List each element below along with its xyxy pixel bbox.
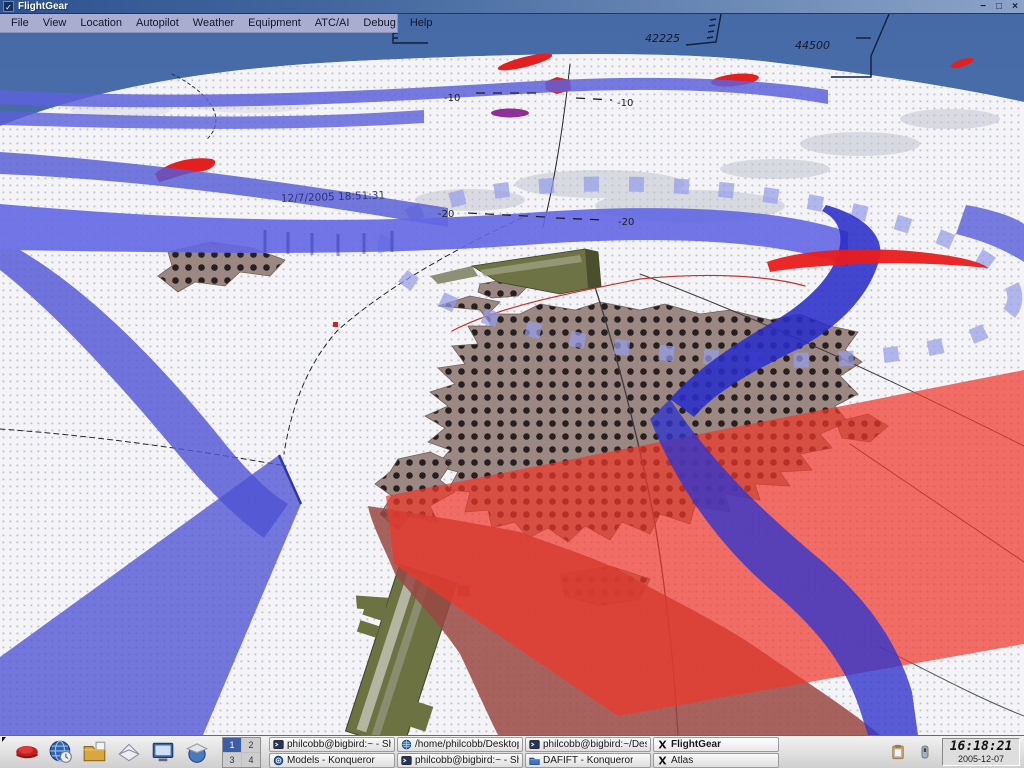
menu-item-equipment[interactable]: Equipment bbox=[241, 17, 308, 29]
x11-icon bbox=[657, 755, 668, 766]
desktop-pager: 1234 bbox=[222, 737, 261, 768]
altitude-label-left: 42225 bbox=[645, 32, 680, 45]
home-folder-icon[interactable] bbox=[82, 739, 108, 765]
terminal-icon bbox=[529, 739, 540, 750]
taskbar-task-flightgear[interactable]: FlightGear bbox=[653, 737, 779, 752]
globe-icon bbox=[401, 739, 412, 750]
contour-minus10-right: -10 bbox=[617, 98, 633, 109]
taskbar-task-philcobb-bigbird-shell-k[interactable]: philcobb@bigbird:~ - Shell - K bbox=[269, 737, 395, 752]
taskbar-task-home-philcobb-desktop-dafif[interactable]: /home/philcobb/Desktop/dafif bbox=[397, 737, 523, 752]
window-titlebar[interactable]: ✓ FlightGear − □ × bbox=[0, 0, 1024, 14]
terminal-icon bbox=[401, 755, 412, 766]
menu-item-help[interactable]: Help bbox=[403, 17, 440, 29]
desktop-share-icon[interactable] bbox=[184, 739, 210, 765]
task-label: Atlas bbox=[671, 755, 693, 766]
pager-desktop-1[interactable]: 1 bbox=[223, 738, 241, 752]
taskbar-task-philcobb-bigbird-desktop-d[interactable]: philcobb@bigbird:~/Desktop/d bbox=[525, 737, 651, 752]
contour-minus10-left: -10 bbox=[444, 93, 460, 104]
atlas-3d-scene: -10 -10 -20 -20 12/7/2005 18:51:31 42225… bbox=[0, 14, 1024, 735]
3d-map-view[interactable]: -10 -10 -20 -20 12/7/2005 18:51:31 42225… bbox=[0, 14, 1024, 735]
close-button[interactable]: × bbox=[1009, 1, 1021, 13]
documentation-icon[interactable] bbox=[150, 739, 176, 765]
terminal-icon bbox=[273, 739, 284, 750]
task-label: DAFIFT - Konqueror bbox=[543, 755, 633, 766]
task-label: /home/philcobb/Desktop/dafif bbox=[415, 739, 519, 750]
taskbar-task-dafift-konqueror[interactable]: DAFIFT - Konqueror bbox=[525, 753, 651, 768]
menu-item-weather[interactable]: Weather bbox=[186, 17, 241, 29]
x11-icon bbox=[657, 739, 668, 750]
maximize-button[interactable]: □ bbox=[993, 1, 1005, 13]
taskbar-task-atlas[interactable]: Atlas bbox=[653, 753, 779, 768]
pager-desktop-4[interactable]: 4 bbox=[242, 753, 260, 767]
task-label: Models - Konqueror bbox=[287, 755, 375, 766]
task-label: philcobb@bigbird:~ - Shell - K bbox=[287, 739, 391, 750]
panel-hide-arrow[interactable] bbox=[2, 737, 6, 742]
menu-bar: FileViewLocationAutopilotWeatherEquipmen… bbox=[0, 14, 398, 33]
system-tray bbox=[889, 743, 942, 761]
window-buttons: − □ × bbox=[977, 1, 1021, 13]
mail-client-icon[interactable] bbox=[116, 739, 142, 765]
menu-item-atcai[interactable]: ATC/AI bbox=[308, 17, 357, 29]
launcher-area bbox=[4, 739, 216, 765]
folder-icon bbox=[529, 755, 540, 766]
menu-item-location[interactable]: Location bbox=[73, 17, 129, 29]
desktop: ✓ FlightGear − □ × bbox=[0, 0, 1024, 768]
task-list: philcobb@bigbird:~ - Shell - K Models - K… bbox=[269, 737, 779, 768]
magenta-area bbox=[491, 109, 529, 118]
web-browser-icon[interactable] bbox=[48, 739, 74, 765]
taskbar-task-models-konqueror[interactable]: Models - Konqueror bbox=[269, 753, 395, 768]
clipboard-icon[interactable] bbox=[889, 743, 907, 761]
pager-desktop-2[interactable]: 2 bbox=[242, 738, 260, 752]
pager-desktop-3[interactable]: 3 bbox=[223, 753, 241, 767]
menu-item-view[interactable]: View bbox=[36, 17, 74, 29]
clock-date: 2005-12-07 bbox=[945, 754, 1017, 764]
kde-panel: 1234 philcobb@bigbird:~ - Shell - K Model… bbox=[0, 735, 1024, 768]
minimize-button[interactable]: − bbox=[977, 1, 989, 13]
contour-minus20-left: -20 bbox=[438, 209, 454, 220]
window-menu-icon[interactable]: ✓ bbox=[3, 1, 14, 12]
menu-item-debug[interactable]: Debug bbox=[356, 17, 402, 29]
menu-item-file[interactable]: File bbox=[4, 17, 36, 29]
red-hat-menu-icon[interactable] bbox=[14, 739, 40, 765]
contour-minus20-right: -20 bbox=[618, 217, 634, 228]
window-title: FlightGear bbox=[18, 1, 68, 12]
panel-clock[interactable]: 16:18:21 2005-12-07 bbox=[942, 738, 1020, 766]
clock-time: 16:18:21 bbox=[945, 740, 1017, 754]
altitude-label-right: 44500 bbox=[795, 39, 830, 52]
flightgear-window: ✓ FlightGear − □ × bbox=[0, 0, 1024, 735]
task-label: FlightGear bbox=[671, 739, 721, 750]
task-label: philcobb@bigbird:~/Desktop/d bbox=[543, 739, 647, 750]
menu-item-autopilot[interactable]: Autopilot bbox=[129, 17, 186, 29]
device-icon[interactable] bbox=[916, 743, 934, 761]
task-label: philcobb@bigbird:~ - Shell - K bbox=[415, 755, 519, 766]
taskbar-task-philcobb-bigbird-shell-k[interactable]: philcobb@bigbird:~ - Shell - K bbox=[397, 753, 523, 768]
konqueror-icon bbox=[273, 755, 284, 766]
